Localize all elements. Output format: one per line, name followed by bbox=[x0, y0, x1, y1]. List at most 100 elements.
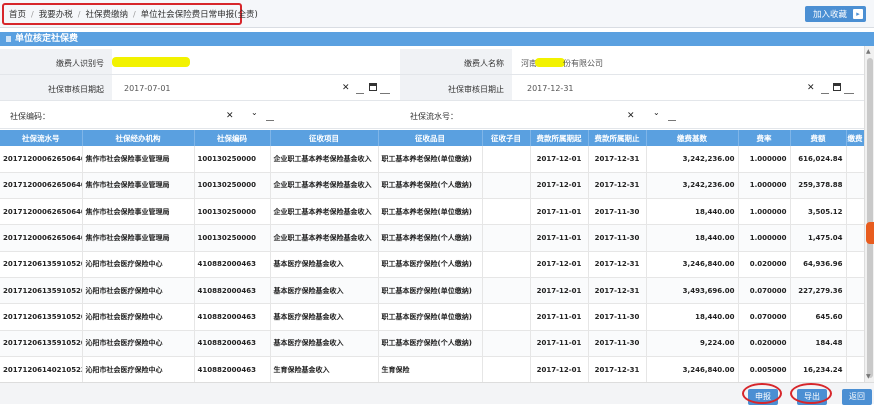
table-cell: 184.48 bbox=[790, 330, 847, 357]
table-cell bbox=[846, 277, 865, 305]
table-row[interactable]: 201712061359105205 沁阳市社会医疗保险中心 41088200046… bbox=[0, 277, 865, 305]
table-cell: 2017-12-31 bbox=[588, 251, 647, 278]
table-cell: 2017-11-01 bbox=[530, 330, 589, 357]
column-header[interactable]: 缴费 bbox=[846, 130, 865, 146]
declare-highlight-circle bbox=[742, 383, 782, 404]
table-cell: 沁阳市社会医疗保险中心 bbox=[82, 303, 195, 331]
table-cell: 1.000000 bbox=[738, 224, 791, 252]
column-header[interactable]: 征收子目 bbox=[482, 130, 531, 146]
table-cell: 2017-11-30 bbox=[588, 303, 647, 331]
table-cell: 227,279.36 bbox=[790, 277, 847, 305]
form-row-audit-dates: 社保审核日期起 2017-07-01 ✕ 社保审核日期止 2017-12-31 … bbox=[0, 75, 864, 101]
breadcrumb-item-tax[interactable]: 我要办税 bbox=[39, 8, 73, 20]
table-cell: 职工基本养老保险(单位缴纳) bbox=[378, 198, 483, 226]
column-header[interactable]: 缴费基数 bbox=[646, 130, 739, 146]
breadcrumb-separator: / bbox=[31, 9, 34, 19]
audit-end-input[interactable]: 2017-12-31 bbox=[527, 84, 574, 93]
table-cell: 焦作市社会保险事业管理局 bbox=[82, 172, 195, 200]
table-cell: 3,242,236.00 bbox=[646, 146, 739, 173]
table-cell: 基本医疗保险基金收入 bbox=[270, 251, 379, 278]
table-cell: 410882000463 bbox=[194, 356, 271, 384]
table-cell: 645.60 bbox=[790, 303, 847, 331]
table-cell: 2017-12-31 bbox=[588, 172, 647, 200]
scroll-up-icon[interactable]: ▲ bbox=[866, 48, 871, 55]
vertical-scrollbar[interactable]: ▲ ▼ bbox=[864, 46, 874, 382]
table-cell bbox=[846, 251, 865, 278]
back-button[interactable]: 返回 bbox=[842, 389, 872, 405]
table-cell: 2017-12-31 bbox=[588, 356, 647, 384]
column-header[interactable]: 征收品目 bbox=[378, 130, 483, 146]
table-cell: 沁阳市社会医疗保险中心 bbox=[82, 356, 195, 384]
ss-serial-chevron-down-icon[interactable]: ⌄ bbox=[653, 108, 660, 117]
table-cell: 410882000463 bbox=[194, 251, 271, 278]
calendar-icon[interactable] bbox=[369, 83, 377, 91]
table-cell bbox=[846, 330, 865, 357]
table-row[interactable]: 201712061402105232 沁阳市社会医疗保险中心 41088200046… bbox=[0, 356, 865, 384]
table-cell: 2017-12-01 bbox=[530, 251, 589, 278]
payer-name-label: 缴费人名称 bbox=[464, 59, 504, 68]
scroll-thumb[interactable] bbox=[867, 58, 873, 378]
table-cell: 616,024.84 bbox=[790, 146, 847, 173]
table-row[interactable]: 201712000626506407 焦作市社会保险事业管理局 1001302500… bbox=[0, 172, 865, 200]
calendar-icon[interactable] bbox=[833, 83, 841, 91]
table-cell: 职工基本医疗保险(个人缴纳) bbox=[378, 251, 483, 278]
breadcrumb-item-payment[interactable]: 社保费缴纳 bbox=[85, 8, 128, 20]
table-cell bbox=[482, 356, 531, 384]
table-row[interactable]: 201712000626506407 焦作市社会保险事业管理局 1001302500… bbox=[0, 198, 865, 226]
column-header[interactable]: 社保编码 bbox=[194, 130, 271, 146]
table-cell bbox=[482, 277, 531, 305]
audit-start-label: 社保审核日期起 bbox=[48, 85, 104, 94]
clear-start-date-icon[interactable]: ✕ bbox=[342, 83, 350, 93]
table-cell: 201712061359105205 bbox=[0, 251, 83, 278]
add-favorite-button[interactable]: 加入收藏 ▸ bbox=[804, 6, 866, 22]
table-cell bbox=[846, 198, 865, 226]
table-cell: 100130250000 bbox=[194, 198, 271, 226]
column-header[interactable]: 社保流水号 bbox=[0, 130, 83, 146]
favorite-arrow-icon: ▸ bbox=[853, 9, 863, 19]
payer-name-suffix: 份有限公司 bbox=[563, 59, 603, 68]
ss-code-chevron-down-icon[interactable]: ⌄ bbox=[251, 108, 258, 117]
table-cell: 基本医疗保险基金收入 bbox=[270, 330, 379, 357]
form-row-payer: 缴费人识别号 缴费人名称 河南 份有限公司 bbox=[0, 49, 864, 75]
table-cell: 企业职工基本养老保险基金收入 bbox=[270, 198, 379, 226]
breadcrumb-separator: / bbox=[77, 9, 81, 19]
table-cell bbox=[846, 356, 865, 384]
column-header[interactable]: 费额 bbox=[790, 130, 847, 146]
table-row[interactable]: 201712061359105205 沁阳市社会医疗保险中心 41088200046… bbox=[0, 251, 865, 278]
insurance-table: 社保流水号 社保经办机构 社保编码 征收项目 征收品目 征收子目 费款所属期起 费款所属期止缴… bbox=[0, 130, 865, 384]
add-favorite-label: 加入收藏 bbox=[812, 10, 847, 20]
table-row[interactable]: 201712061359105205 沁阳市社会医疗保险中心 41088200046… bbox=[0, 330, 865, 357]
table-cell: 2017-12-01 bbox=[530, 356, 589, 384]
table-cell: 2017-12-01 bbox=[530, 172, 589, 200]
clear-ss-serial-icon[interactable]: ✕ bbox=[627, 111, 635, 121]
side-service-tab[interactable] bbox=[866, 222, 874, 244]
table-cell bbox=[846, 172, 865, 200]
clear-ss-code-icon[interactable]: ✕ bbox=[226, 111, 234, 121]
table-row[interactable]: 20171200062650640​7 焦作市社会保险事业管理局 100130250… bbox=[0, 146, 865, 173]
table-cell: 2017-11-01 bbox=[530, 198, 589, 226]
column-header[interactable]: 费款所属期起 bbox=[530, 130, 589, 146]
column-header[interactable]: 征收项目 bbox=[270, 130, 379, 146]
table-cell: 生育保险基金收入 bbox=[270, 356, 379, 384]
table-cell: 0.070000 bbox=[738, 303, 791, 331]
audit-start-input[interactable]: 2017-07-01 bbox=[124, 84, 171, 93]
table-row[interactable]: 201712061359105205 沁阳市社会医疗保险中心 41088200046… bbox=[0, 303, 865, 331]
column-header[interactable]: 费款所属期止 bbox=[588, 130, 647, 146]
table-cell: 100130250000 bbox=[194, 224, 271, 252]
table-cell: 职工基本养老保险(单位缴纳) bbox=[378, 146, 483, 173]
clear-end-date-icon[interactable]: ✕ bbox=[807, 83, 815, 93]
breadcrumb-item-home[interactable]: 首页 bbox=[9, 8, 26, 20]
table-row[interactable]: 201712000626506407 焦作市社会保险事业管理局 1001302500… bbox=[0, 224, 865, 252]
table-cell: 410882000463 bbox=[194, 330, 271, 357]
table-cell: 410882000463 bbox=[194, 303, 271, 331]
table-cell bbox=[482, 303, 531, 331]
table-cell: 企业职工基本养老保险基金收入 bbox=[270, 224, 379, 252]
scroll-down-icon[interactable]: ▼ bbox=[866, 373, 871, 380]
table-cell: 201712061402105232 bbox=[0, 356, 83, 384]
column-header[interactable]: 社保经办机构 bbox=[82, 130, 195, 146]
table-cell bbox=[482, 146, 531, 173]
table-cell: 100130250000 bbox=[194, 146, 271, 173]
table-cell: 0.020000 bbox=[738, 330, 791, 357]
table-cell: 企业职工基本养老保险基金收入 bbox=[270, 172, 379, 200]
column-header[interactable]: 费率 bbox=[738, 130, 791, 146]
